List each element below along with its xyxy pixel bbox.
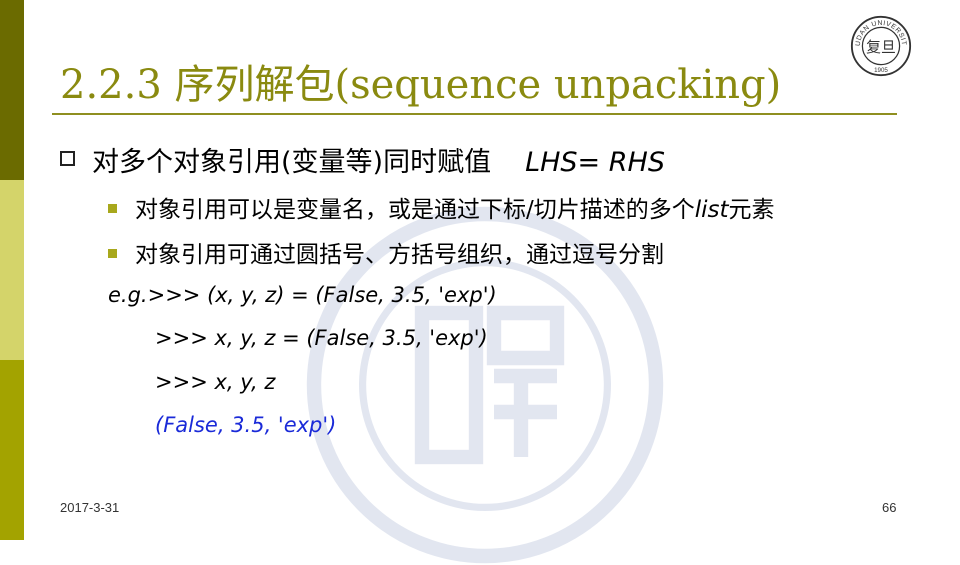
sidebar-block-light [0, 180, 24, 360]
slide-title: 2.2.3 序列解包(sequence unpacking) [60, 62, 782, 108]
sub-bullet-1-after: 元素 [728, 197, 775, 223]
sidebar-decoration [0, 0, 24, 540]
fudan-university-logo: FUDAN UNIVERSITY 1905 复旦 [850, 15, 912, 77]
filled-square-bullet-icon [108, 204, 117, 213]
svg-text:复旦: 复旦 [866, 38, 896, 56]
code-line-1: e.g.>>> (x, y, z) = (False, 3.5, 'exp') [108, 283, 497, 307]
sub-bullet-1: 对象引用可以是变量名，或是通过下标/切片描述的多个list元素 [108, 190, 775, 224]
bullet-main-formula: LHS= RHS [525, 147, 665, 178]
footer-date: 2017-3-31 [60, 500, 120, 515]
footer-page-number: 66 [882, 500, 897, 515]
title-underline [52, 113, 897, 115]
svg-text:1905: 1905 [874, 67, 888, 74]
sub-bullet-2: 对象引用可通过圆括号、方括号组织，通过逗号分割 [108, 235, 664, 269]
code-line-3: >>> x, y, z [155, 370, 276, 394]
bullet-main-text: 对多个对象引用(变量等)同时赋值 [92, 147, 492, 178]
sidebar-block-dark [0, 0, 24, 180]
sub-bullet-2-before: 对象引用可通过圆括号、方括号组织，通过逗号分割 [135, 242, 664, 268]
filled-square-bullet-icon [108, 249, 117, 258]
hollow-square-bullet-icon [60, 151, 75, 166]
code-output-line: (False, 3.5, 'exp') [155, 413, 337, 437]
sub-bullet-1-italic: list [694, 197, 729, 223]
sub-bullet-1-before: 对象引用可以是变量名，或是通过下标/切片描述的多个 [135, 197, 695, 223]
sidebar-block-mid [0, 360, 24, 540]
bullet-main: 对多个对象引用(变量等)同时赋值 LHS= RHS [60, 140, 665, 179]
code-line-2: >>> x, y, z = (False, 3.5, 'exp') [155, 326, 488, 350]
